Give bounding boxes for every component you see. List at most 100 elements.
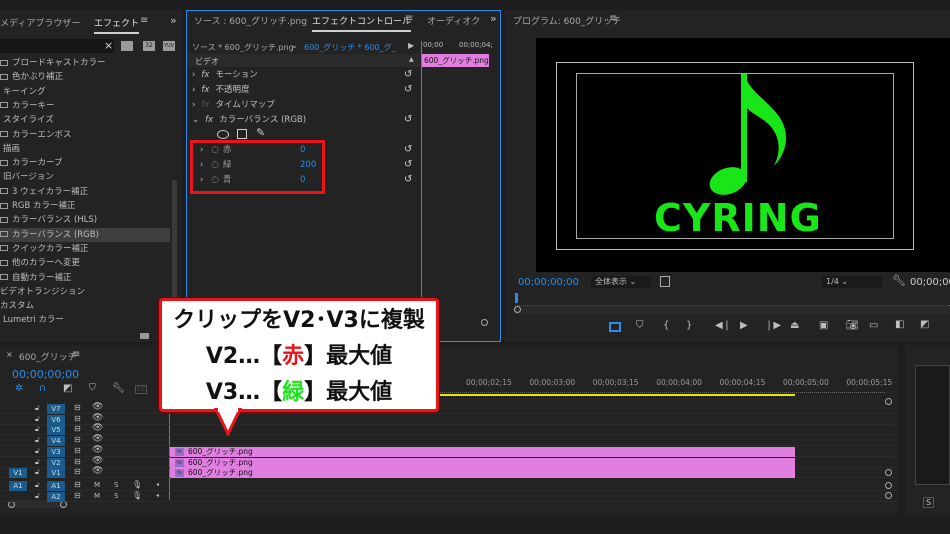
- new-folder-icon[interactable]: [140, 333, 149, 339]
- param-row[interactable]: › ◌ 赤 0: [200, 143, 315, 158]
- sequence-clip-dropdown[interactable]: 600_グリッチ * 600_グ_: [304, 42, 396, 53]
- fx-icon[interactable]: fx: [201, 85, 209, 95]
- clear-search-icon[interactable]: ×: [104, 39, 113, 52]
- effect-row[interactable]: › fx タイムリマップ: [188, 98, 418, 113]
- reset-icon[interactable]: ↺: [404, 114, 412, 125]
- play-only-clip-icon[interactable]: ▶: [408, 41, 414, 50]
- eye-icon[interactable]: 👁︎: [92, 445, 103, 455]
- linked-selection-icon[interactable]: ◩: [63, 383, 72, 394]
- track-target-V1[interactable]: V1: [47, 468, 65, 479]
- solo-button[interactable]: S: [114, 481, 118, 489]
- tab-media-browser[interactable]: メディアブラウザー: [0, 16, 80, 29]
- eye-icon[interactable]: 👁︎: [92, 423, 103, 433]
- effect-list-item[interactable]: 他のカラーへ変更: [0, 256, 170, 270]
- track-target-V3[interactable]: V3: [47, 446, 65, 457]
- effect-list-item[interactable]: ビデオトランジション: [0, 285, 170, 299]
- eye-icon[interactable]: 👁︎: [92, 402, 103, 412]
- eye-icon[interactable]: 👁︎: [92, 456, 103, 466]
- nest-icon[interactable]: ✲: [15, 383, 23, 394]
- vr-video-button[interactable]: ◩: [920, 319, 929, 330]
- sync-lock-icon[interactable]: ⊟: [74, 446, 81, 455]
- chevron-right-icon[interactable]: ›: [192, 100, 195, 110]
- lock-icon[interactable]: 🔓︎: [35, 481, 40, 490]
- tab-source[interactable]: ソース : 600_グリッチ.png: [194, 14, 307, 27]
- panel-menu-icon[interactable]: ≡: [609, 13, 617, 24]
- effect-list-item[interactable]: クイックカラー補正: [0, 242, 170, 256]
- resolution-dropdown[interactable]: 1/4 ⌄: [822, 276, 882, 288]
- eye-icon[interactable]: 👁︎: [92, 466, 103, 476]
- settings-icon[interactable]: [660, 276, 670, 287]
- lock-icon[interactable]: 🔓︎: [35, 415, 40, 424]
- effect-list-item[interactable]: Lumetri カラー: [0, 313, 170, 327]
- chevron-right-icon[interactable]: ›: [192, 70, 195, 80]
- chevron-right-icon[interactable]: ›: [200, 160, 203, 170]
- effect-row[interactable]: › fx 不透明度: [188, 83, 418, 98]
- wrench-icon[interactable]: 🔧︎: [112, 383, 125, 394]
- source-patch-v1[interactable]: V1: [9, 468, 27, 479]
- scroll-handle-left[interactable]: [8, 501, 15, 508]
- reset-icon[interactable]: ↺: [404, 159, 412, 170]
- safe-margins-button[interactable]: [609, 322, 621, 332]
- effect-list-item[interactable]: 描画: [0, 142, 170, 156]
- effect-list-item[interactable]: カスタム: [0, 299, 170, 313]
- sync-lock-icon[interactable]: ⊟: [74, 435, 81, 444]
- reset-icon[interactable]: ↺: [404, 144, 412, 155]
- param-value[interactable]: 0: [300, 173, 305, 188]
- effect-list-item[interactable]: 旧バージョン: [0, 170, 170, 184]
- export-frame-icon[interactable]: 📷︎: [846, 320, 859, 331]
- effect-list-item[interactable]: RGB カラー補正: [0, 199, 170, 213]
- zoom-dropdown[interactable]: 全体表示 ⌄: [591, 276, 651, 288]
- volume-icon[interactable]: ◂: [156, 481, 159, 488]
- yuv-icon[interactable]: YUV: [163, 41, 175, 51]
- timeline-clip[interactable]: fx 600_グリッチ.png: [170, 468, 795, 479]
- zoom-scroll[interactable]: [513, 306, 950, 314]
- effect-list-item[interactable]: 自動カラー補正: [0, 271, 170, 285]
- fx-icon[interactable]: fx: [205, 115, 213, 125]
- stopwatch-icon[interactable]: ◌: [211, 175, 218, 185]
- sync-lock-icon[interactable]: ⊟: [74, 414, 81, 423]
- play-button[interactable]: ▶: [740, 320, 748, 331]
- volume-icon[interactable]: ◂: [156, 492, 159, 499]
- param-value[interactable]: 0: [300, 143, 305, 158]
- sync-lock-icon[interactable]: ⊟: [74, 424, 81, 433]
- mask-rect-icon[interactable]: [237, 129, 247, 139]
- track-target-V5[interactable]: V5: [47, 425, 65, 436]
- timeline-clip[interactable]: fx 600_グリッチ.png: [170, 446, 795, 457]
- collapse-icon[interactable]: ▲: [409, 56, 414, 63]
- add-marker-button[interactable]: ⛉: [636, 320, 644, 331]
- 32bit-icon[interactable]: 32: [143, 41, 155, 51]
- effect-list-item[interactable]: カラーキー: [0, 99, 170, 113]
- mark-in-button[interactable]: {: [663, 320, 669, 331]
- reset-icon[interactable]: ↺: [404, 69, 412, 80]
- program-ruler[interactable]: [515, 298, 950, 306]
- mute-button[interactable]: M: [94, 481, 100, 489]
- fx-icon[interactable]: fx: [201, 70, 209, 80]
- solo-button[interactable]: S: [923, 497, 935, 508]
- lock-icon[interactable]: 🔓︎: [35, 492, 40, 501]
- solo-button[interactable]: S: [114, 492, 118, 500]
- overflow-icon[interactable]: »: [490, 12, 497, 25]
- track-target-A1[interactable]: A1: [47, 481, 65, 491]
- stopwatch-icon[interactable]: ◌: [211, 160, 218, 170]
- lock-icon[interactable]: 🔓︎: [35, 458, 40, 467]
- track-target-V6[interactable]: V6: [47, 414, 65, 425]
- panel-menu-icon[interactable]: ≡: [405, 13, 413, 24]
- timeline-clip[interactable]: fx 600_グリッチ.png: [170, 457, 795, 468]
- timeline-timecode[interactable]: 00;00;00;00: [12, 368, 79, 381]
- chevron-right-icon[interactable]: ›: [200, 175, 203, 185]
- scroll-handle-right[interactable]: [60, 501, 67, 508]
- tab-audio[interactable]: オーディオク: [427, 14, 480, 27]
- track-target-A2[interactable]: A2: [47, 491, 65, 502]
- sync-lock-icon[interactable]: ⊟: [74, 480, 81, 489]
- comparison-view-button[interactable]: ▭: [869, 320, 878, 331]
- lock-icon[interactable]: 🔓︎: [35, 425, 40, 434]
- zoom-handle[interactable]: [514, 306, 521, 313]
- mask-ellipse-icon[interactable]: [217, 130, 229, 139]
- add-marker-icon[interactable]: ⛉: [89, 383, 96, 393]
- track-target-V2[interactable]: V2: [47, 457, 65, 468]
- overflow-icon[interactable]: »: [170, 14, 177, 27]
- snap-icon[interactable]: ∩: [39, 383, 46, 394]
- captions-icon[interactable]: CC: [135, 385, 148, 394]
- sync-lock-icon[interactable]: ⊟: [74, 457, 81, 466]
- effect-list-item[interactable]: 色かぶり補正: [0, 70, 170, 84]
